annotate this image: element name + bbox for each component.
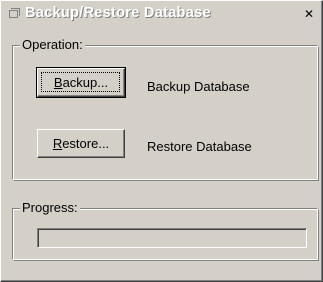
backup-button-mnemonic: B bbox=[53, 74, 63, 90]
backup-restore-dialog: Backup/Restore Database ✕ Operation: Bac… bbox=[0, 0, 323, 282]
window-title: Backup/Restore Database bbox=[25, 5, 211, 21]
title-bar[interactable]: Backup/Restore Database ✕ bbox=[3, 3, 321, 24]
backup-button-label: ackup... bbox=[62, 74, 109, 90]
progress-bar bbox=[37, 228, 307, 248]
progress-group-label: Progress: bbox=[20, 200, 80, 215]
backup-description: Backup Database bbox=[147, 79, 250, 94]
restore-button-label: estore... bbox=[62, 135, 110, 151]
database-icon bbox=[7, 8, 21, 21]
restore-button[interactable]: Restore... bbox=[37, 129, 125, 158]
operation-group bbox=[12, 45, 318, 180]
close-icon[interactable]: ✕ bbox=[301, 7, 317, 21]
operation-group-label: Operation: bbox=[20, 37, 85, 52]
restore-button-mnemonic: R bbox=[52, 135, 63, 151]
backup-button[interactable]: Backup... bbox=[36, 67, 126, 98]
restore-description: Restore Database bbox=[147, 139, 252, 154]
